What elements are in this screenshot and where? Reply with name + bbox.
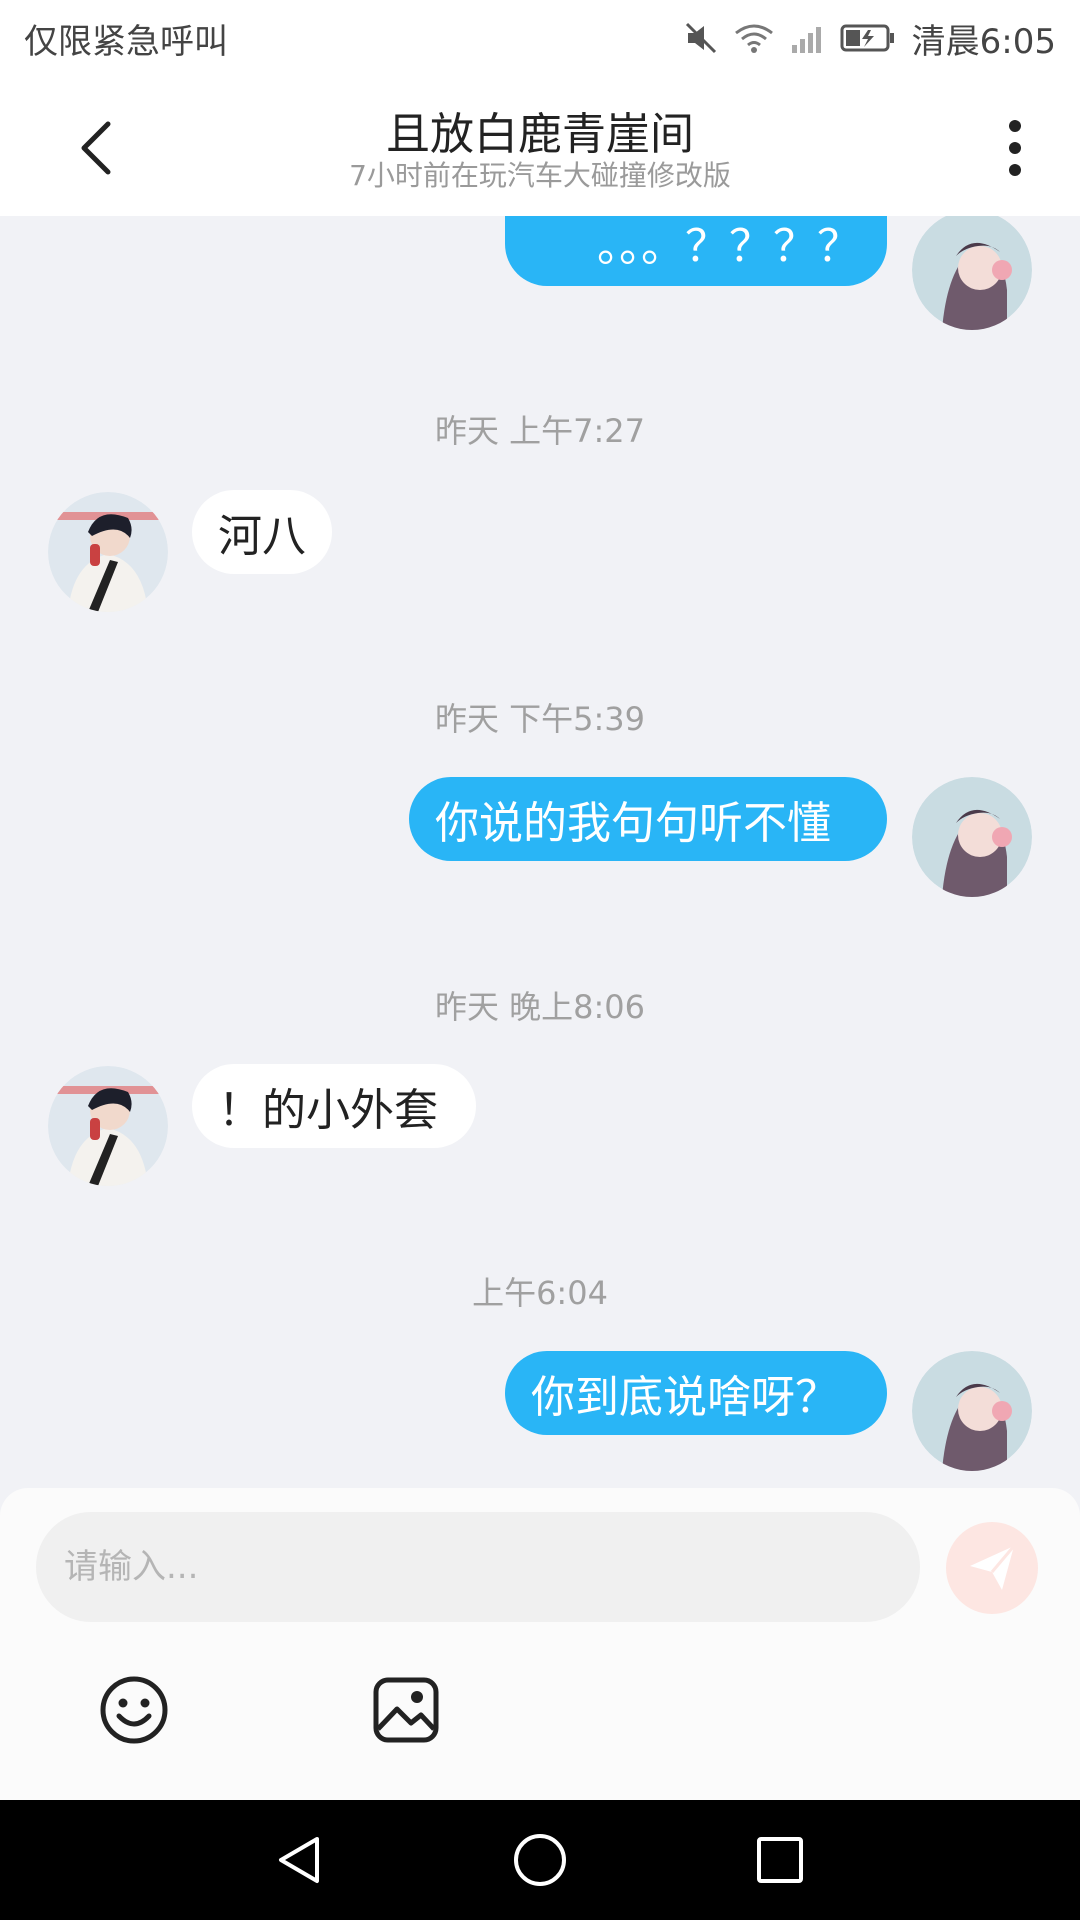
chat-title: 且放白鹿青崖间 — [386, 109, 694, 160]
emoji-icon — [100, 1676, 168, 1744]
wifi-icon — [734, 21, 774, 55]
message-composer — [0, 1488, 1080, 1800]
message-list[interactable]: 。。。？？？？ 昨天 上午7:27 河八 昨天 下午5:39 你说的我句句听不懂… — [0, 216, 1080, 1488]
send-icon — [970, 1545, 1016, 1590]
chat-subtitle: 7小时前在玩汽车大碰撞修改版 — [349, 159, 731, 192]
avatar-self[interactable] — [912, 216, 1032, 330]
nav-home-button[interactable] — [510, 1830, 570, 1890]
send-button[interactable] — [946, 1522, 1038, 1614]
message-input[interactable] — [36, 1512, 920, 1622]
status-icons: 清晨6:05 — [684, 14, 1056, 63]
message-bubble-incoming[interactable]: ！的小外套 — [192, 1064, 476, 1148]
timestamp: 昨天 晚上8:06 — [434, 988, 646, 1026]
message-bubble-outgoing[interactable]: 。。。？？？？ — [505, 216, 887, 286]
recents-square-icon — [757, 1837, 803, 1883]
home-circle-icon — [514, 1834, 566, 1886]
nav-recents-button[interactable] — [750, 1830, 810, 1890]
carrier-status-text: 仅限紧急呼叫 — [24, 21, 228, 62]
emoji-button[interactable] — [96, 1672, 172, 1748]
message-bubble-incoming[interactable]: 河八 — [192, 490, 332, 574]
timestamp: 昨天 上午7:27 — [434, 412, 646, 450]
clock: 清晨6:05 — [911, 21, 1056, 62]
nav-back-button[interactable] — [270, 1830, 330, 1890]
chat-header: 且放白鹿青崖间 7小时前在玩汽车大碰撞修改版 — [0, 76, 1080, 216]
back-button[interactable] — [60, 112, 132, 184]
avatar-contact[interactable] — [48, 492, 168, 612]
more-options-button[interactable] — [985, 112, 1045, 184]
timestamp: 上午6:04 — [472, 1274, 608, 1312]
avatar-contact[interactable] — [48, 1066, 168, 1186]
avatar-self[interactable] — [912, 1351, 1032, 1471]
back-triangle-icon — [279, 1837, 319, 1883]
image-icon — [373, 1677, 439, 1743]
signal-icon — [790, 21, 824, 55]
mute-icon — [684, 21, 718, 55]
chevron-left-icon — [81, 121, 111, 175]
battery-icon — [840, 22, 896, 54]
message-bubble-outgoing[interactable]: 你说的我句句听不懂 — [409, 777, 887, 861]
chat-screen: 仅限紧急呼叫 清晨6:05 且放白鹿青崖间 7小时前在玩汽车大碰撞修改版 。。。… — [0, 0, 1080, 1920]
image-button[interactable] — [368, 1672, 444, 1748]
avatar-self[interactable] — [912, 777, 1032, 897]
system-navigation-bar — [0, 1800, 1080, 1920]
status-bar: 仅限紧急呼叫 清晨6:05 — [0, 0, 1080, 76]
message-bubble-outgoing[interactable]: 你到底说啥呀？ — [505, 1351, 887, 1435]
timestamp: 昨天 下午5:39 — [434, 700, 646, 738]
more-vertical-icon — [1009, 120, 1021, 176]
